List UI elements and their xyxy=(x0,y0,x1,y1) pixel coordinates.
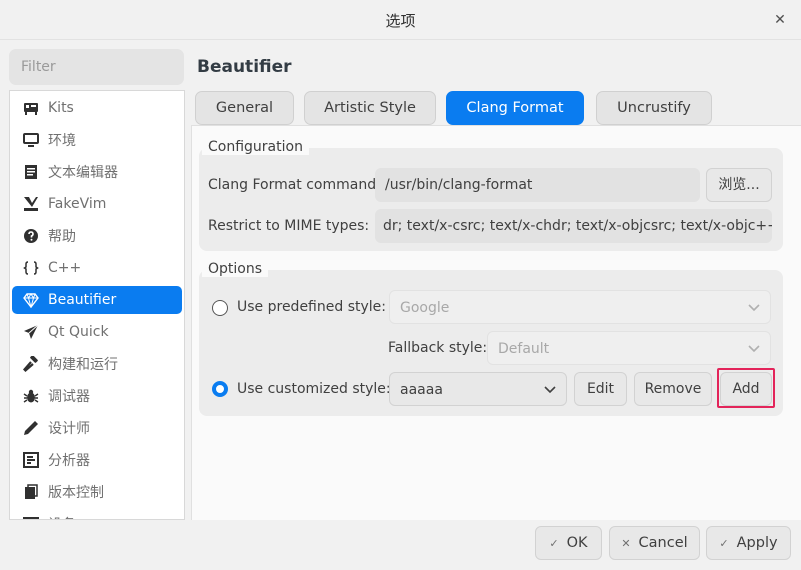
fallback-style-select[interactable]: Default xyxy=(487,331,771,365)
predefined-style-select[interactable]: Google xyxy=(389,290,771,324)
sidebar-item-text-editor[interactable]: 文本编辑器 xyxy=(12,158,182,186)
sidebar-item-label: 设计师 xyxy=(48,421,90,437)
filter-input[interactable]: Filter xyxy=(9,49,184,85)
version-control-icon xyxy=(23,484,39,500)
sidebar-item-label: 构建和运行 xyxy=(48,357,118,373)
customized-style-select[interactable]: aaaaa xyxy=(389,372,567,406)
monitor-icon xyxy=(23,132,39,148)
edit-button[interactable]: Edit xyxy=(574,372,627,406)
sidebar-item-cpp[interactable]: C++ xyxy=(12,254,182,282)
sidebar-item-label: Beautifier xyxy=(48,292,117,308)
ok-button[interactable]: ✓ OK xyxy=(535,526,602,560)
sidebar-item-label: Kits xyxy=(48,100,74,116)
page-title: Beautifier xyxy=(197,57,292,77)
close-icon[interactable]: ✕ xyxy=(771,11,789,29)
pencil-icon xyxy=(23,420,39,436)
kits-icon xyxy=(23,100,39,116)
sidebar-item-qt-quick[interactable]: Qt Quick xyxy=(12,318,182,346)
cancel-button-label: Cancel xyxy=(638,535,688,551)
configuration-group-title: Configuration xyxy=(202,139,309,155)
check-icon: ✓ xyxy=(719,536,729,550)
cancel-button[interactable]: ✕ Cancel xyxy=(609,526,700,560)
sidebar-item-build-run[interactable]: 构建和运行 xyxy=(12,350,182,378)
add-button[interactable]: Add xyxy=(720,372,772,406)
sidebar: Kits 环境 文本编辑器 FakeVim 帮助 C++ Beautifier … xyxy=(9,90,185,520)
help-icon xyxy=(23,228,39,244)
apply-button-label: Apply xyxy=(736,535,778,551)
sidebar-item-beautifier[interactable]: Beautifier xyxy=(12,286,182,314)
mime-types-field[interactable]: dr; text/x-csrc; text/x-chdr; text/x-obj… xyxy=(375,209,772,243)
customized-style-value: aaaaa xyxy=(400,382,443,398)
sidebar-item-label: Qt Quick xyxy=(48,324,109,340)
sidebar-item-debugger[interactable]: 调试器 xyxy=(12,382,182,410)
tab-uncrustify[interactable]: Uncrustify xyxy=(596,91,712,125)
fallback-style-value: Default xyxy=(498,341,550,357)
text-editor-icon xyxy=(23,164,39,180)
sidebar-item-device[interactable]: 设备 xyxy=(12,510,182,519)
fakevim-icon xyxy=(23,196,39,212)
predefined-style-label: Use predefined style: xyxy=(237,299,386,315)
title-bar: 选项 ✕ xyxy=(0,0,801,40)
analyzer-icon xyxy=(23,452,39,468)
mime-types-label: Restrict to MIME types: xyxy=(208,218,370,234)
sidebar-item-label: C++ xyxy=(48,260,82,276)
options-group-title: Options xyxy=(202,261,269,277)
window-title: 选项 xyxy=(385,12,416,30)
sidebar-item-environment[interactable]: 环境 xyxy=(12,126,182,154)
apply-button[interactable]: ✓ Apply xyxy=(706,526,791,560)
sidebar-item-analyzer[interactable]: 分析器 xyxy=(12,446,182,474)
sidebar-item-kits[interactable]: Kits xyxy=(12,94,182,122)
diamond-icon xyxy=(23,292,39,308)
device-icon xyxy=(23,516,39,519)
remove-button[interactable]: Remove xyxy=(634,372,712,406)
sidebar-item-label: 设备 xyxy=(48,514,76,519)
customized-style-label: Use customized style: xyxy=(237,381,391,397)
sidebar-item-label: 调试器 xyxy=(48,389,90,405)
paper-plane-icon xyxy=(23,324,39,340)
tab-clang-format[interactable]: Clang Format xyxy=(446,91,584,125)
sidebar-item-help[interactable]: 帮助 xyxy=(12,222,182,250)
browse-button[interactable]: 浏览... xyxy=(706,168,772,202)
sidebar-item-label: 版本控制 xyxy=(48,485,104,501)
sidebar-item-fakevim[interactable]: FakeVim xyxy=(12,190,182,218)
tab-artistic-style[interactable]: Artistic Style xyxy=(304,91,436,125)
predefined-style-radio[interactable] xyxy=(212,300,228,316)
sidebar-item-label: 环境 xyxy=(48,133,76,149)
predefined-style-value: Google xyxy=(400,300,450,316)
sidebar-item-version-control[interactable]: 版本控制 xyxy=(12,478,182,506)
sidebar-item-label: 帮助 xyxy=(48,229,76,245)
hammer-icon xyxy=(23,356,39,372)
clang-format-command-label: Clang Format command: xyxy=(208,177,381,193)
customized-style-radio[interactable] xyxy=(212,381,228,397)
fallback-style-label: Fallback style: xyxy=(388,340,488,356)
tab-general[interactable]: General xyxy=(195,91,294,125)
check-icon: ✓ xyxy=(549,536,559,550)
sidebar-item-label: FakeVim xyxy=(48,196,107,212)
chevron-down-icon xyxy=(544,373,556,420)
bug-icon xyxy=(23,388,39,404)
close-icon: ✕ xyxy=(621,536,631,550)
sidebar-item-label: 分析器 xyxy=(48,453,90,469)
sidebar-item-label: 文本编辑器 xyxy=(48,165,118,181)
ok-button-label: OK xyxy=(566,535,588,551)
braces-icon xyxy=(23,260,39,276)
clang-format-command-field[interactable]: /usr/bin/clang-format xyxy=(375,168,700,202)
sidebar-item-designer[interactable]: 设计师 xyxy=(12,414,182,442)
